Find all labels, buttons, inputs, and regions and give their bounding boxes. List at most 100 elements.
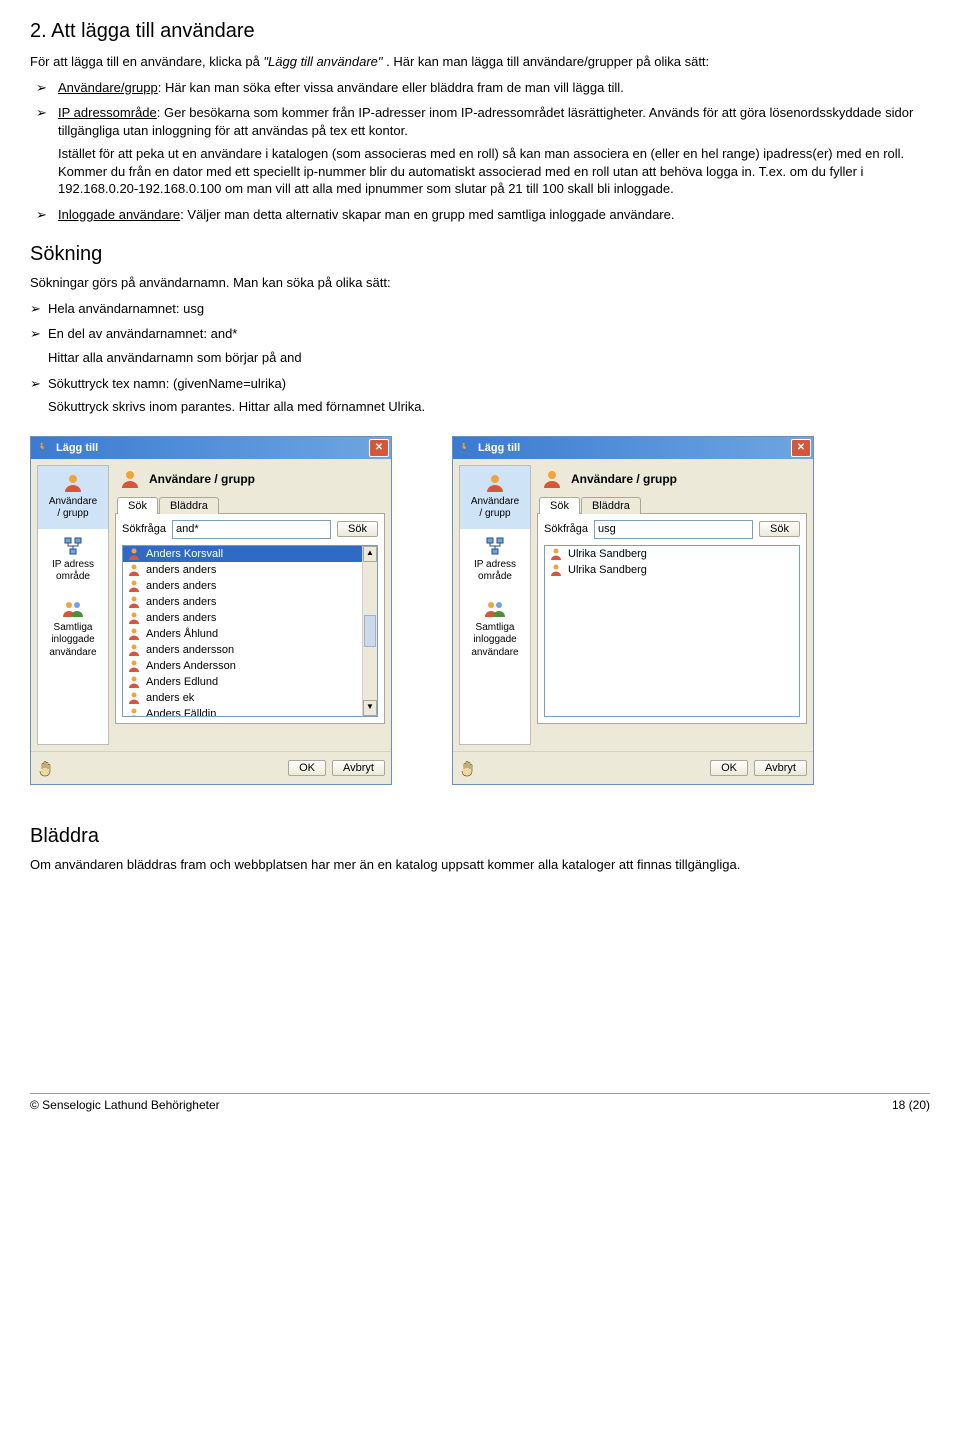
- result-row[interactable]: Anders Andersson: [123, 658, 377, 674]
- hand-icon: [459, 758, 479, 778]
- search-variant-text: Sökuttryck tex namn: (givenName=ulrika): [48, 376, 286, 391]
- result-row[interactable]: anders ek: [123, 690, 377, 706]
- tab-search[interactable]: Sök: [539, 497, 580, 514]
- sidebar-label: IP adress: [462, 559, 528, 572]
- scroll-up-button[interactable]: ▲: [363, 546, 377, 562]
- result-row[interactable]: Anders Edlund: [123, 674, 377, 690]
- user-icon: [127, 579, 141, 593]
- search-variant-text: En del av användarnamnet: and*: [48, 326, 237, 341]
- ways-list: Användare/grupp: Här kan man söka efter …: [30, 79, 930, 224]
- tab-browse[interactable]: Bläddra: [159, 497, 219, 514]
- network-icon: [484, 535, 506, 557]
- screenshot-row: Lägg till ✕ Användare / grupp: [30, 436, 930, 785]
- network-icon: [62, 535, 84, 557]
- sidebar-item-user-group[interactable]: Användare / grupp: [38, 466, 108, 529]
- search-button[interactable]: Sök: [337, 521, 378, 537]
- panel-header-text: Användare / grupp: [149, 472, 255, 486]
- result-name: Ulrika Sandberg: [568, 564, 647, 576]
- search-input[interactable]: [594, 520, 753, 539]
- page-footer: © Senselogic Lathund Behörigheter 18 (20…: [30, 1093, 930, 1112]
- cancel-button[interactable]: Avbryt: [332, 760, 385, 776]
- user-icon: [62, 472, 84, 494]
- sidebar-item-ip[interactable]: IP adress område: [460, 529, 530, 592]
- section-heading-browse: Bläddra: [30, 825, 930, 848]
- result-row[interactable]: Anders Fälldin: [123, 706, 377, 717]
- search-variant-item: En del av användarnamnet: and* Hittar al…: [48, 325, 930, 366]
- result-row[interactable]: Ulrika Sandberg: [545, 546, 799, 562]
- sidebar-label: inloggade: [462, 634, 528, 647]
- user-icon: [119, 468, 141, 490]
- sidebar-label: användare: [462, 647, 528, 660]
- panel-header: Användare / grupp: [537, 465, 807, 496]
- search-panel: Sökfråga Sök Ulrika SandbergUlrika Sandb…: [537, 513, 807, 724]
- users-icon: [484, 598, 506, 620]
- search-button[interactable]: Sök: [759, 521, 800, 537]
- sidebar-label: IP adress: [40, 559, 106, 572]
- search-intro: Sökningar görs på användarnamn. Man kan …: [30, 274, 930, 292]
- result-row[interactable]: Anders Åhlund: [123, 626, 377, 642]
- browse-paragraph: Om användaren bläddras fram och webbplat…: [30, 856, 930, 874]
- sidebar-label: Samtliga: [462, 622, 528, 635]
- sidebar-item-user-group[interactable]: Användare / grupp: [460, 466, 530, 529]
- add-dialog-left: Lägg till ✕ Användare / grupp: [30, 436, 392, 785]
- java-icon: [37, 441, 51, 455]
- ways-list-item: IP adressområde: Ger besökarna som komme…: [58, 104, 930, 198]
- ways-item-rest: : Väljer man detta alternativ skapar man…: [180, 207, 674, 222]
- dialog-sidebar: Användare / grupp IP adress område Samtl…: [37, 465, 109, 745]
- close-button[interactable]: ✕: [791, 439, 811, 457]
- result-name: anders anders: [146, 564, 216, 576]
- tab-strip: Sök Bläddra: [117, 496, 385, 513]
- scroll-down-button[interactable]: ▼: [363, 700, 377, 716]
- dialog-title: Lägg till: [56, 442, 98, 454]
- result-row[interactable]: anders andersson: [123, 642, 377, 658]
- sidebar-label: Användare: [40, 496, 106, 509]
- user-icon: [127, 547, 141, 561]
- ok-button[interactable]: OK: [710, 760, 748, 776]
- dialog-title: Lägg till: [478, 442, 520, 454]
- search-label: Sökfråga: [544, 523, 588, 535]
- tab-strip: Sök Bläddra: [539, 496, 807, 513]
- sidebar-item-loggedin[interactable]: Samtliga inloggade användare: [38, 592, 108, 668]
- result-row[interactable]: Anders Korsvall: [123, 546, 377, 562]
- intro-before: För att lägga till en användare, klicka …: [30, 54, 263, 69]
- ways-item-label: Användare/grupp: [58, 80, 158, 95]
- user-icon: [549, 563, 563, 577]
- result-row[interactable]: anders anders: [123, 562, 377, 578]
- result-row[interactable]: anders anders: [123, 594, 377, 610]
- search-results[interactable]: Ulrika Sandberg Ulrika Sandberg: [544, 545, 800, 717]
- search-input[interactable]: [172, 520, 331, 539]
- user-icon: [127, 627, 141, 641]
- ways-list-item: Inloggade användare: Väljer man detta al…: [58, 206, 930, 224]
- result-name: anders anders: [146, 596, 216, 608]
- ways-item-label: Inloggade användare: [58, 207, 180, 222]
- footer-copyright: © Senselogic Lathund Behörigheter: [30, 1098, 220, 1112]
- result-name: anders andersson: [146, 644, 234, 656]
- ways-item-label: IP adressområde: [58, 105, 157, 120]
- sidebar-label: Samtliga: [40, 622, 106, 635]
- sidebar-item-loggedin[interactable]: Samtliga inloggade användare: [460, 592, 530, 668]
- sidebar-label: inloggade: [40, 634, 106, 647]
- close-icon: ✕: [797, 442, 805, 453]
- result-name: anders anders: [146, 580, 216, 592]
- cancel-button[interactable]: Avbryt: [754, 760, 807, 776]
- search-variant-sub: Hittar alla användarnamn som börjar på a…: [48, 349, 930, 367]
- search-results[interactable]: ▲ ▼ Anders Korsvall anders anders anders a…: [122, 545, 378, 717]
- result-name: Anders Fälldin: [146, 708, 216, 717]
- user-icon: [127, 707, 141, 717]
- add-dialog-right: Lägg till ✕ Användare / grupp: [452, 436, 814, 785]
- panel-header-text: Användare / grupp: [571, 472, 677, 486]
- sidebar-item-ip[interactable]: IP adress område: [38, 529, 108, 592]
- intro-paragraph: För att lägga till en användare, klicka …: [30, 53, 930, 71]
- ways-item-rest: : Här kan man söka efter vissa användare…: [158, 80, 624, 95]
- tab-browse[interactable]: Bläddra: [581, 497, 641, 514]
- result-row[interactable]: anders anders: [123, 578, 377, 594]
- result-scrollbar[interactable]: ▲ ▼: [362, 546, 377, 716]
- close-button[interactable]: ✕: [369, 439, 389, 457]
- scroll-thumb[interactable]: [364, 615, 376, 647]
- user-icon: [127, 643, 141, 657]
- ok-button[interactable]: OK: [288, 760, 326, 776]
- result-row[interactable]: anders anders: [123, 610, 377, 626]
- user-icon: [484, 472, 506, 494]
- tab-search[interactable]: Sök: [117, 497, 158, 514]
- result-row[interactable]: Ulrika Sandberg: [545, 562, 799, 578]
